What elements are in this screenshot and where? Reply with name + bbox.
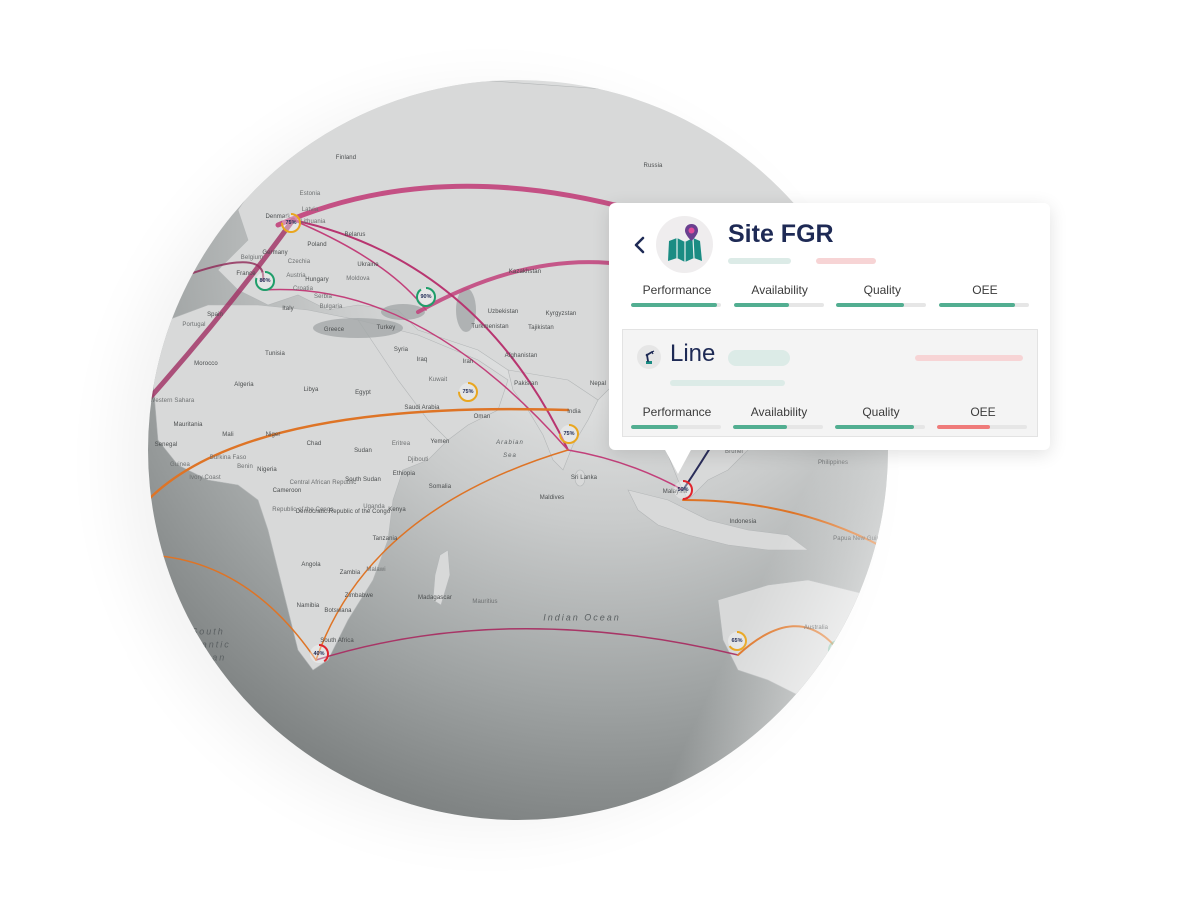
- site-avatar: [656, 216, 713, 273]
- site-detail-card: Site FGR Performance Availability Qualit…: [609, 203, 1050, 450]
- site-title: Site FGR: [728, 220, 834, 248]
- metric-bar-fill: [631, 303, 717, 307]
- metric-bar: [836, 303, 927, 307]
- metric-bar: [938, 303, 1029, 307]
- line-metric-performance: Performance: [631, 405, 723, 429]
- metric-bar: [631, 425, 721, 429]
- site-subtitle-placeholder: [728, 258, 791, 264]
- map-pin-icon: [668, 224, 702, 262]
- site-metric-performance: Performance: [631, 283, 723, 307]
- site-metric-quality: Quality: [836, 283, 928, 307]
- metric-bar-fill: [836, 303, 904, 307]
- metric-label: Quality: [862, 405, 900, 419]
- metric-label: Quality: [863, 283, 901, 297]
- metric-bar-fill: [733, 425, 787, 429]
- line-metric-quality: Quality: [835, 405, 927, 429]
- line-subtitle-placeholder: [670, 380, 785, 386]
- line-metric-availability: Availability: [733, 405, 825, 429]
- site-metric-availability: Availability: [733, 283, 826, 307]
- line-metric-oee: OEE: [937, 405, 1029, 429]
- metric-bar-fill: [938, 303, 1016, 307]
- metric-bar-fill: [733, 303, 789, 307]
- metric-bar-fill: [835, 425, 915, 429]
- metric-bar-fill: [937, 425, 991, 429]
- line-metrics: Performance Availability Quality OEE: [631, 405, 1029, 429]
- metric-bar: [631, 303, 721, 307]
- robot-arm-icon: [645, 350, 655, 364]
- site-metric-oee: OEE: [938, 283, 1031, 307]
- metric-bar-fill: [631, 425, 678, 429]
- line-title: Line: [670, 340, 716, 367]
- line-alert-placeholder: [915, 355, 1023, 361]
- metric-label: Availability: [751, 283, 808, 297]
- chevron-left-icon: [634, 236, 645, 254]
- line-panel[interactable]: Line Performance Availability Quality OE…: [622, 329, 1038, 437]
- metric-label: Performance: [642, 283, 712, 297]
- back-button[interactable]: [631, 233, 651, 257]
- globe-edge-fade: [148, 80, 888, 820]
- metric-bar: [835, 425, 925, 429]
- globe-map[interactable]: Finland Russia Estonia Latvia Lithuania …: [148, 80, 888, 820]
- metric-label: OEE: [972, 283, 998, 297]
- metric-bar: [733, 425, 823, 429]
- site-status-placeholder: [816, 258, 876, 264]
- metric-bar: [733, 303, 824, 307]
- line-avatar: [637, 345, 661, 369]
- metric-label: Performance: [642, 405, 712, 419]
- line-status-placeholder: [728, 350, 790, 366]
- card-pointer: [664, 448, 692, 474]
- site-metrics: Performance Availability Quality OEE: [631, 283, 1031, 307]
- metric-label: Availability: [750, 405, 808, 419]
- metric-label: OEE: [970, 405, 996, 419]
- metric-bar: [937, 425, 1027, 429]
